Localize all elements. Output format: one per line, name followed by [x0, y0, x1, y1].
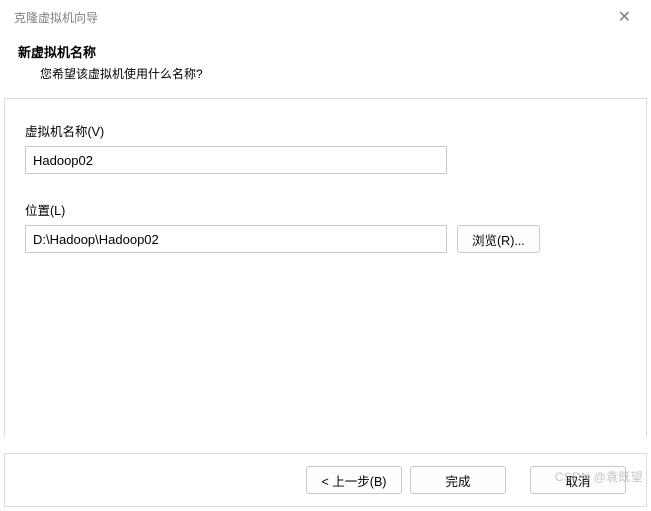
location-group: 位置(L) 浏览(R)...	[25, 200, 626, 253]
page-title: 新虚拟机名称	[18, 42, 633, 61]
vm-name-label: 虚拟机名称(V)	[25, 121, 626, 140]
cancel-button[interactable]: 取消	[530, 466, 626, 494]
vm-name-group: 虚拟机名称(V)	[25, 121, 626, 174]
browse-button[interactable]: 浏览(R)...	[457, 225, 540, 253]
titlebar: 克隆虚拟机向导 ✕	[0, 0, 651, 34]
vm-name-input[interactable]	[25, 146, 447, 174]
finish-button[interactable]: 完成	[410, 466, 506, 494]
location-label: 位置(L)	[25, 200, 626, 219]
location-input[interactable]	[25, 225, 447, 253]
back-button[interactable]: < 上一步(B)	[306, 466, 402, 494]
location-row: 浏览(R)...	[25, 225, 626, 253]
window-title: 克隆虚拟机向导	[14, 9, 98, 26]
content-panel: 虚拟机名称(V) 位置(L) 浏览(R)...	[4, 98, 647, 437]
wizard-button-bar: < 上一步(B) 完成 取消	[4, 453, 647, 507]
close-icon[interactable]: ✕	[612, 5, 637, 29]
page-subtitle: 您希望该虚拟机使用什么名称?	[18, 65, 633, 82]
wizard-header: 新虚拟机名称 您希望该虚拟机使用什么名称?	[0, 34, 651, 94]
